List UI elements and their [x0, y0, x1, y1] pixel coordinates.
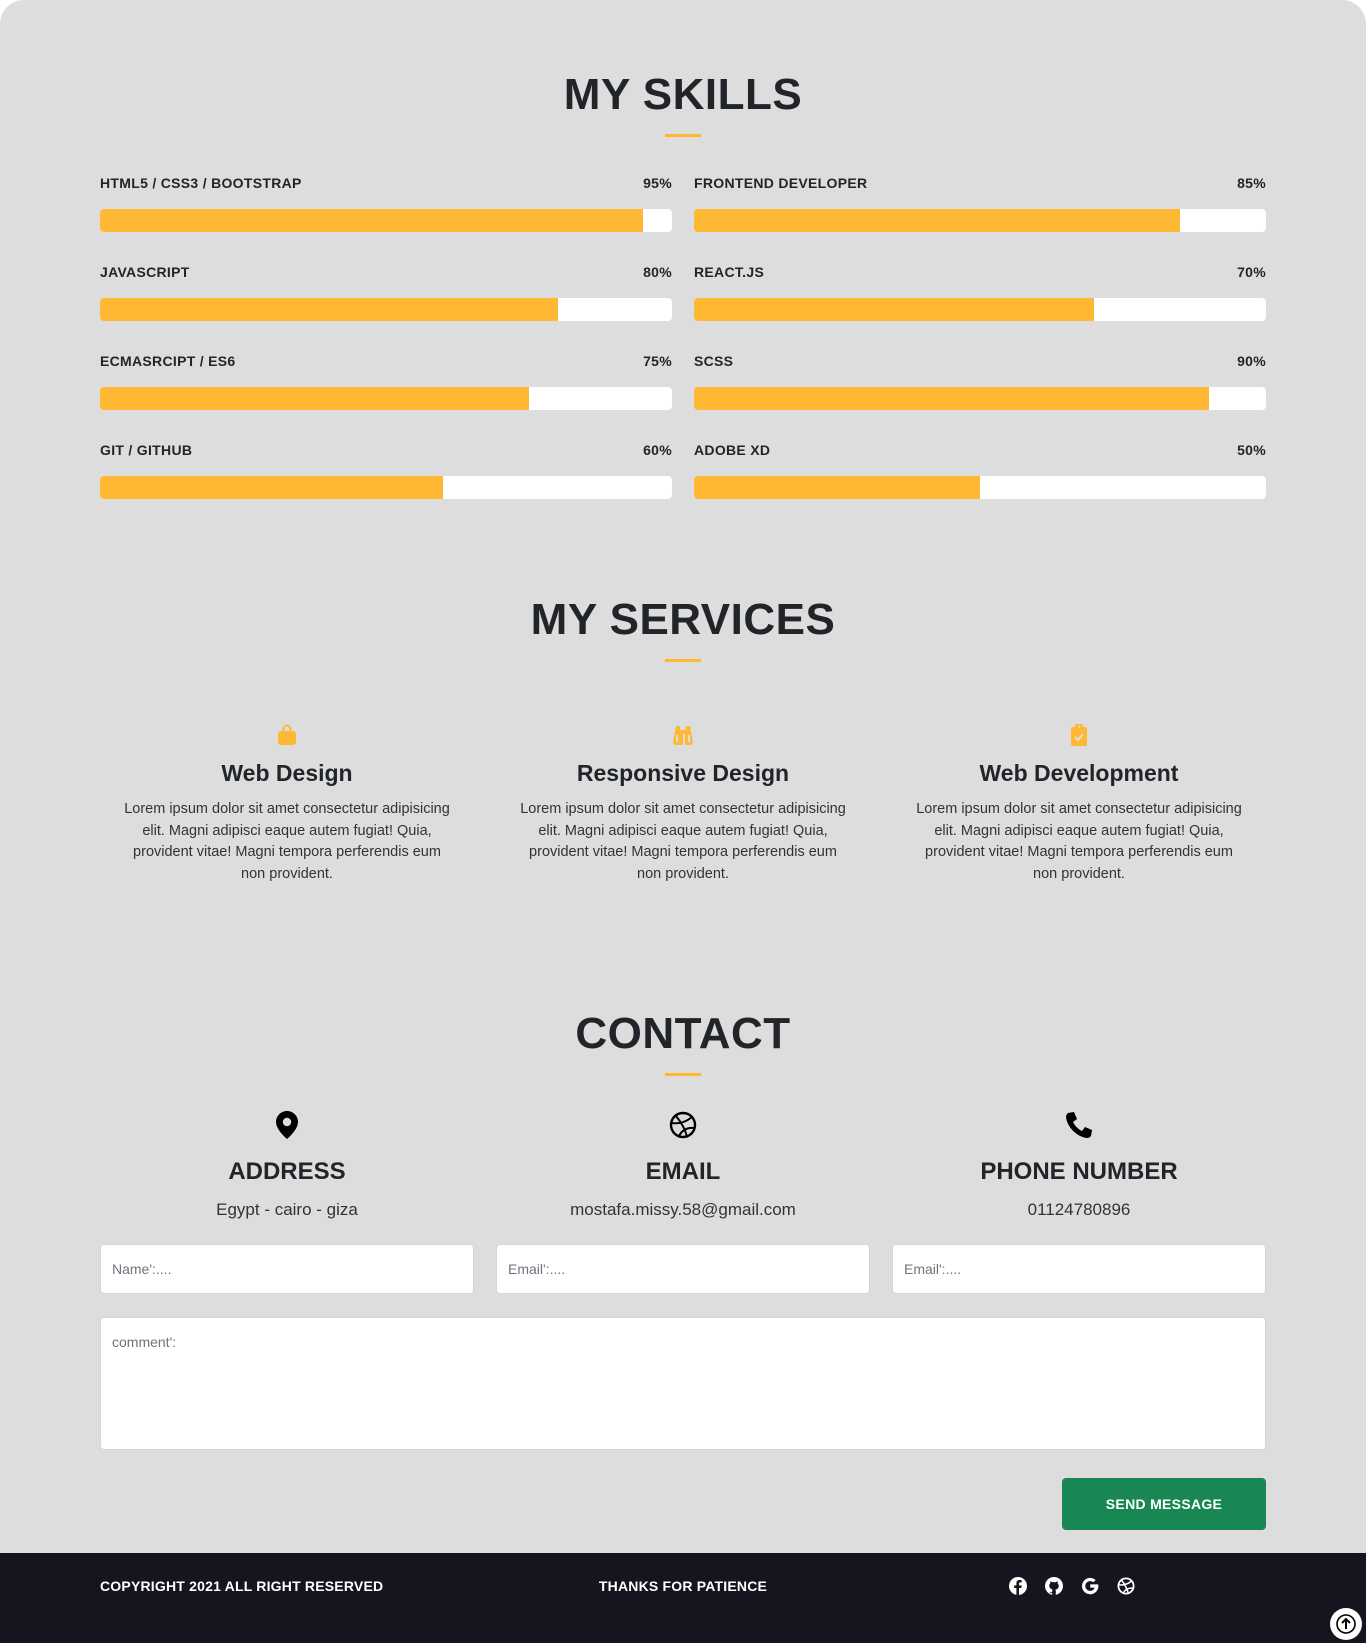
skill-item: SCSS 90% — [694, 353, 1266, 410]
arrow-up-icon — [1336, 1614, 1356, 1634]
skill-name: SCSS — [694, 353, 734, 369]
skill-progress-fill — [694, 298, 1095, 321]
clipboard-check-icon — [912, 724, 1246, 746]
service-description: Lorem ipsum dolor sit amet consectetur a… — [916, 801, 1242, 882]
footer-inner: COPYRIGHT 2021 ALL RIGHT RESERVED THANKS… — [100, 1553, 1266, 1619]
scroll-to-top-button[interactable] — [1330, 1608, 1362, 1640]
skill-percent: 50% — [1237, 442, 1266, 458]
github-icon[interactable] — [1044, 1576, 1064, 1596]
footer: COPYRIGHT 2021 ALL RIGHT RESERVED THANKS… — [0, 1553, 1366, 1643]
skill-item: REACT.JS 70% — [694, 264, 1266, 321]
skill-item: ADOBE XD 50% — [694, 442, 1266, 499]
skill-progress-bar — [100, 476, 672, 499]
service-card: Web Development Lorem ipsum dolor sit am… — [892, 724, 1266, 885]
service-description: Lorem ipsum dolor sit amet consectetur a… — [124, 801, 450, 882]
skill-progress-bar — [694, 209, 1266, 232]
contact-item-value: mostafa.missy.58@gmail.com — [570, 1200, 796, 1219]
service-title: Web Development — [979, 760, 1179, 786]
skill-progress-fill — [100, 476, 444, 499]
skill-progress-bar — [694, 298, 1266, 321]
skill-item: GIT / GITHUB 60% — [100, 442, 672, 499]
skill-name: JAVASCRIPT — [100, 264, 190, 280]
dribbble-icon[interactable] — [1116, 1576, 1136, 1596]
contact-title: CONTACT — [575, 1009, 791, 1058]
skill-progress-fill — [694, 209, 1181, 232]
skill-name: GIT / GITHUB — [100, 442, 193, 458]
phone-icon — [892, 1110, 1266, 1140]
contact-item-title: EMAIL — [645, 1158, 721, 1185]
footer-copyright: COPYRIGHT 2021 ALL RIGHT RESERVED — [100, 1578, 384, 1594]
skills-grid: HTML5 / CSS3 / BOOTSTRAP 95% FRONTEND DEV… — [100, 175, 1266, 499]
contact-section: CONTACT ADDRESS Egypt - cairo - giza EMA… — [100, 885, 1266, 1530]
email-input[interactable] — [496, 1244, 870, 1294]
contact-phone: PHONE NUMBER 01124780896 — [892, 1110, 1266, 1220]
form-actions: SEND MESSAGE — [100, 1478, 1266, 1530]
comment-wrapper — [100, 1317, 1266, 1455]
contact-form: SEND MESSAGE — [100, 1244, 1266, 1530]
footer-social-links — [877, 1576, 1266, 1596]
google-icon[interactable] — [1080, 1576, 1100, 1596]
skill-item: FRONTEND DEVELOPER 85% — [694, 175, 1266, 232]
skill-item: JAVASCRIPT 80% — [100, 264, 672, 321]
form-row — [100, 1244, 1266, 1294]
page: MY SKILLS HTML5 / CSS3 / BOOTSTRAP 95% FR… — [0, 0, 1366, 1643]
contact-item-title: PHONE NUMBER — [980, 1158, 1178, 1185]
service-title: Web Design — [221, 760, 353, 786]
title-underline — [665, 134, 701, 137]
skill-percent: 80% — [643, 264, 672, 280]
service-card: Web Design Lorem ipsum dolor sit amet co… — [100, 724, 474, 885]
skill-percent: 90% — [1237, 353, 1266, 369]
skill-progress-bar — [100, 209, 672, 232]
skills-section: MY SKILLS HTML5 / CSS3 / BOOTSTRAP 95% FR… — [100, 0, 1266, 499]
title-underline — [665, 1073, 701, 1076]
service-card: Responsive Design Lorem ipsum dolor sit … — [496, 724, 870, 885]
skill-name: REACT.JS — [694, 264, 765, 280]
skill-progress-fill — [100, 387, 529, 410]
send-message-button[interactable]: SEND MESSAGE — [1062, 1478, 1266, 1530]
name-input[interactable] — [100, 1244, 474, 1294]
shopping-bag-icon — [120, 724, 454, 746]
contact-address: ADDRESS Egypt - cairo - giza — [100, 1110, 474, 1220]
skill-progress-fill — [694, 387, 1209, 410]
skill-item: HTML5 / CSS3 / BOOTSTRAP 95% — [100, 175, 672, 232]
skill-progress-fill — [100, 209, 644, 232]
footer-thanks: THANKS FOR PATIENCE — [598, 1578, 768, 1594]
skill-name: HTML5 / CSS3 / BOOTSTRAP — [100, 175, 302, 191]
email-input-secondary[interactable] — [892, 1244, 1266, 1294]
skill-progress-bar — [100, 387, 672, 410]
skill-progress-bar — [694, 387, 1266, 410]
map-pin-icon — [100, 1110, 474, 1140]
contact-info-grid: ADDRESS Egypt - cairo - giza EMAIL mosta… — [100, 1110, 1266, 1220]
skill-progress-fill — [100, 298, 558, 321]
comment-textarea[interactable] — [100, 1317, 1266, 1450]
skills-title: MY SKILLS — [563, 70, 803, 119]
services-section: MY SERVICES Web Design Lorem ipsum dolor… — [100, 499, 1266, 885]
skill-percent: 60% — [643, 442, 672, 458]
contact-item-title: ADDRESS — [228, 1158, 346, 1185]
contact-item-value: Egypt - cairo - giza — [216, 1200, 358, 1219]
skill-progress-bar — [694, 476, 1266, 499]
skill-percent: 95% — [643, 175, 672, 191]
skill-name: ADOBE XD — [694, 442, 771, 458]
skill-progress-bar — [100, 298, 672, 321]
contact-email: EMAIL mostafa.missy.58@gmail.com — [496, 1110, 870, 1220]
skill-name: ECMASRCIPT / ES6 — [100, 353, 236, 369]
services-title: MY SERVICES — [530, 595, 836, 644]
services-grid: Web Design Lorem ipsum dolor sit amet co… — [100, 724, 1266, 885]
skill-percent: 75% — [643, 353, 672, 369]
skill-item: ECMASRCIPT / ES6 75% — [100, 353, 672, 410]
contact-item-value: 01124780896 — [1027, 1200, 1131, 1219]
skill-percent: 70% — [1237, 264, 1266, 280]
skill-name: FRONTEND DEVELOPER — [694, 175, 868, 191]
dribbble-icon — [496, 1110, 870, 1140]
binoculars-icon — [516, 724, 850, 746]
service-title: Responsive Design — [576, 760, 790, 786]
title-underline — [665, 659, 701, 662]
skill-percent: 85% — [1237, 175, 1266, 191]
service-description: Lorem ipsum dolor sit amet consectetur a… — [520, 801, 846, 882]
skill-progress-fill — [694, 476, 980, 499]
facebook-icon[interactable] — [1008, 1576, 1028, 1596]
